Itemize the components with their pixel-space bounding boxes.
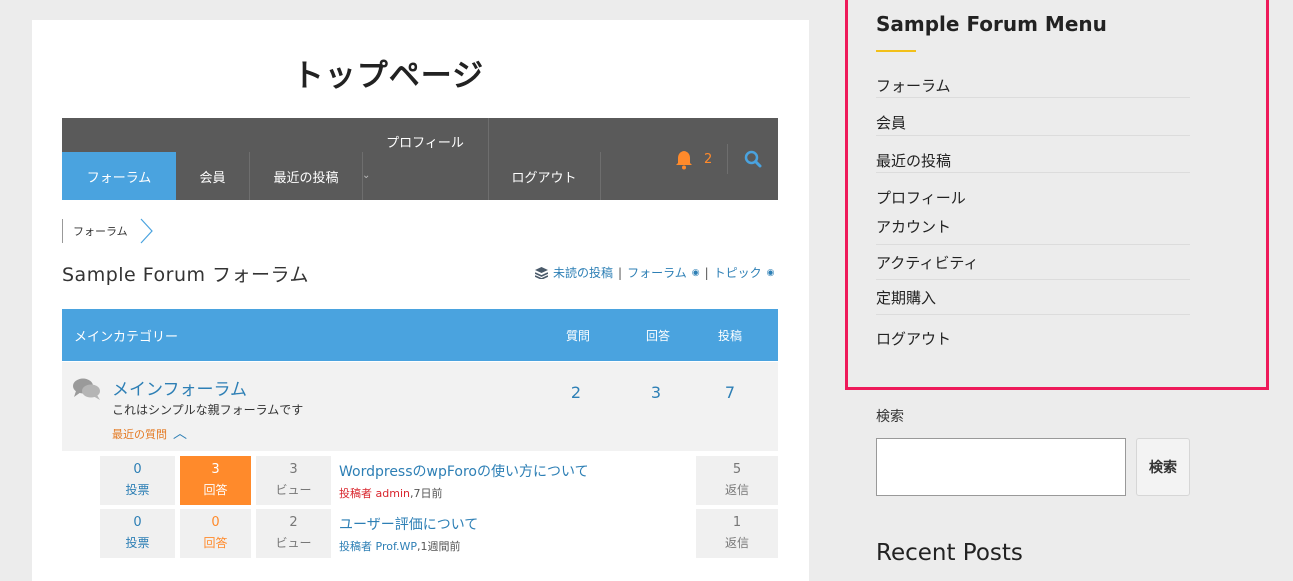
vote-label: 投票 xyxy=(125,483,150,497)
topic-meta-prefix: 投稿者 xyxy=(339,540,372,553)
column-header-posts: 投稿 xyxy=(718,329,743,343)
unread-posts-link[interactable]: 未読の投稿 xyxy=(553,264,613,281)
nav-item-members[interactable]: 会員 xyxy=(176,152,249,200)
view-label: ビュー xyxy=(275,483,312,497)
title-underline xyxy=(876,50,916,52)
rss-icon: ◉ xyxy=(766,267,775,278)
menu-divider xyxy=(876,314,1190,315)
forum-row: メインフォーラム これはシンプルな親フォーラムです 最近の質問 ︿ 2 3 7 xyxy=(62,362,778,451)
view-count: 3 xyxy=(289,462,298,477)
forum-rss-link[interactable]: フォーラム xyxy=(627,264,687,281)
forum-question-count: 2 xyxy=(570,383,582,402)
nav-item-profile[interactable]: プロフィール xyxy=(362,118,488,164)
sidebar-item-subscriptions[interactable]: 定期購入 xyxy=(876,287,1190,308)
column-header-questions: 質問 xyxy=(566,329,591,343)
topic-row: 0 投票 3 回答 3 ビュー WordpressのwpForoの使い方について… xyxy=(100,456,778,505)
forum-post-count: 7 xyxy=(724,383,736,402)
sidebar-menu-title: Sample Forum Menu xyxy=(876,12,1107,36)
vote-count: 0 xyxy=(133,515,142,530)
topic-row: 0 投票 0 回答 2 ビュー ユーザー評価について 投稿者 Prof.WP,1… xyxy=(100,509,778,558)
forum-title-link[interactable]: メインフォーラム xyxy=(112,375,247,400)
answer-count: 0 xyxy=(211,515,220,530)
breadcrumb: フォーラム xyxy=(62,218,154,244)
forum-quick-links: 未読の投稿 | フォーラム ◉ | トピック ◉ xyxy=(535,264,778,281)
vote-box: 0 投票 xyxy=(100,509,175,558)
topic-rss-link[interactable]: トピック xyxy=(714,264,762,281)
topic-time: ,1週間前 xyxy=(417,540,461,553)
recent-posts-heading: Recent Posts xyxy=(876,540,1023,566)
nav-divider xyxy=(727,144,728,174)
bell-icon[interactable] xyxy=(674,148,694,170)
menu-divider xyxy=(876,244,1190,245)
reply-box: 5 返信 xyxy=(696,456,778,505)
notification-count: 2 xyxy=(704,152,713,167)
vote-label: 投票 xyxy=(125,536,150,550)
link-separator: | xyxy=(704,265,709,280)
column-header-answers: 回答 xyxy=(646,329,671,343)
recent-questions-label: 最近の質問 xyxy=(112,428,167,441)
layers-icon xyxy=(535,266,548,279)
menu-divider xyxy=(876,135,1190,136)
menu-divider xyxy=(876,97,1190,98)
sidebar-item-forum[interactable]: フォーラム xyxy=(876,75,1190,96)
vote-count: 0 xyxy=(133,462,142,477)
answer-label: 回答 xyxy=(203,536,228,550)
answer-count: 3 xyxy=(211,462,220,477)
sidebar-item-recent-posts[interactable]: 最近の投稿 xyxy=(876,150,1190,171)
forum-heading: Sample Forum フォーラム xyxy=(62,264,309,286)
search-input[interactable] xyxy=(876,438,1126,496)
chevron-down-icon[interactable]: ⌄ xyxy=(362,170,370,181)
rss-icon: ◉ xyxy=(691,267,700,278)
topic-meta: 投稿者 admin,7日前 xyxy=(339,485,442,501)
topic-meta-prefix: 投稿者 xyxy=(339,487,372,500)
sidebar-item-logout[interactable]: ログアウト xyxy=(876,328,1190,349)
chevron-up-icon[interactable]: ︿ xyxy=(173,426,187,442)
sidebar-item-profile[interactable]: プロフィール xyxy=(876,187,1190,208)
category-header: メインカテゴリー 質問 回答 投稿 xyxy=(62,309,778,361)
nav-item-forum[interactable]: フォーラム xyxy=(62,152,176,200)
nav-item-logout[interactable]: ログアウト xyxy=(488,152,600,200)
reply-count: 5 xyxy=(732,462,742,477)
forum-nav-bar: フォーラム 会員 最近の投稿 ⌄ プロフィール ログアウト 2 xyxy=(62,118,778,200)
recent-questions-toggle[interactable]: 最近の質問 ︿ xyxy=(112,423,187,443)
answer-label: 回答 xyxy=(203,483,228,497)
view-count: 2 xyxy=(289,515,298,530)
nav-divider xyxy=(600,152,601,200)
reply-label: 返信 xyxy=(724,536,749,550)
topic-title-link[interactable]: ユーザー評価について xyxy=(339,514,478,534)
answer-box: 3 回答 xyxy=(180,456,251,505)
menu-divider xyxy=(876,172,1190,173)
chat-bubbles-icon xyxy=(73,378,100,400)
page-title: トップページ xyxy=(292,58,485,94)
view-box: 2 ビュー xyxy=(256,509,331,558)
sidebar-item-members[interactable]: 会員 xyxy=(876,112,1190,133)
sidebar-item-account[interactable]: アカウント xyxy=(876,216,1190,237)
link-separator: | xyxy=(618,265,623,280)
sidebar-item-activity[interactable]: アクティビティ xyxy=(876,252,1190,273)
topic-author-link[interactable]: admin xyxy=(376,487,410,500)
topic-title-link[interactable]: WordpressのwpForoの使い方について xyxy=(339,461,589,481)
reply-box: 1 返信 xyxy=(696,509,778,558)
search-button[interactable]: 検索 xyxy=(1136,438,1190,496)
reply-label: 返信 xyxy=(724,483,749,497)
nav-item-recent-posts[interactable]: 最近の投稿 xyxy=(250,152,362,200)
breadcrumb-item[interactable]: フォーラム xyxy=(62,219,140,243)
search-label: 検索 xyxy=(876,409,904,425)
menu-divider xyxy=(876,279,1190,280)
search-icon[interactable] xyxy=(744,150,762,168)
topic-meta: 投稿者 Prof.WP,1週間前 xyxy=(339,538,461,554)
answer-box: 0 回答 xyxy=(180,509,251,558)
topic-author-link[interactable]: Prof.WP xyxy=(376,540,418,553)
forum-answer-count: 3 xyxy=(650,383,662,402)
topic-time: ,7日前 xyxy=(409,487,443,500)
view-label: ビュー xyxy=(275,536,312,550)
view-box: 3 ビュー xyxy=(256,456,331,505)
vote-box: 0 投票 xyxy=(100,456,175,505)
category-name[interactable]: メインカテゴリー xyxy=(74,326,178,345)
breadcrumb-arrow-icon xyxy=(140,218,153,244)
forum-description: これはシンプルな親フォーラムです xyxy=(112,403,304,417)
reply-count: 1 xyxy=(732,515,742,530)
